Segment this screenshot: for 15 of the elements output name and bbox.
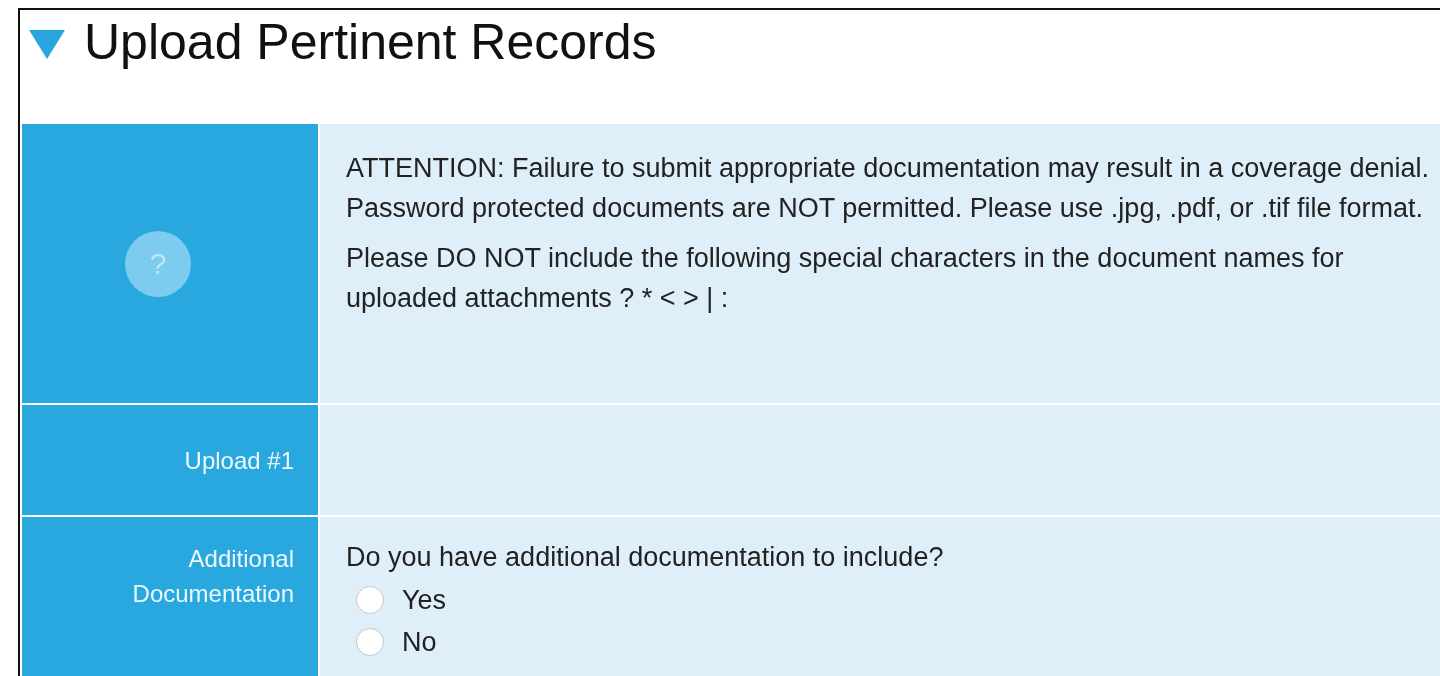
radio-circle[interactable] [356, 586, 384, 614]
question-text: Do you have additional documentation to include? [346, 541, 945, 574]
triangle-icon [28, 28, 66, 60]
notice-text: ATTENTION: Failure to submit appropriate documentation may result in a coverage denial. Password protected documents are NOT permitted. Please use .jpg, .pdf, or .tif file format. [346, 152, 1430, 225]
help-icon: ? [125, 230, 191, 297]
collapse-toggle[interactable] [28, 28, 66, 60]
field-label: Additional Documentation [131, 544, 294, 609]
radio-circle[interactable] [356, 628, 384, 656]
option-label: No [402, 626, 437, 658]
radio-option[interactable]: Yes [346, 579, 1440, 621]
section-title: Upload Pertinent Records [84, 13, 657, 71]
field-label: Upload #1 [184, 445, 294, 476]
option-label: Yes [402, 584, 447, 616]
notice-text: Please DO NOT include the following special characters in the document names for uploaded attachments ? * < > | : [346, 242, 1345, 315]
radio-option[interactable]: No [346, 621, 1440, 663]
